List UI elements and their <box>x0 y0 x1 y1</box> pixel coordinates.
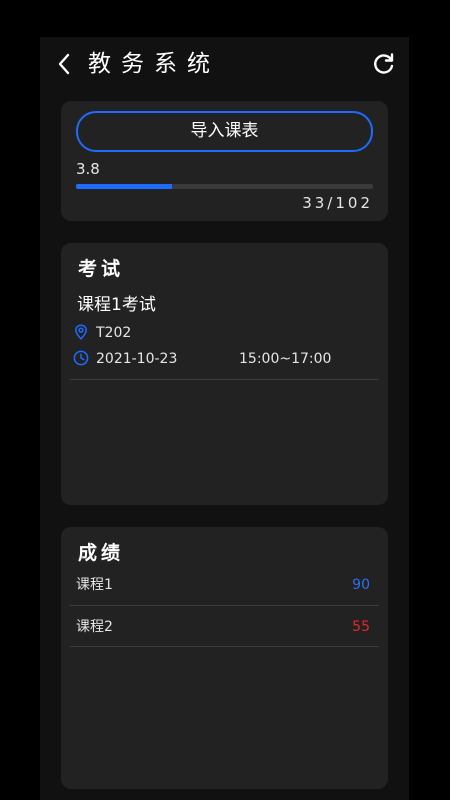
import-schedule-button[interactable]: 导入课表 <box>76 111 373 152</box>
grade-row[interactable]: 课程2 55 <box>61 607 388 647</box>
grade-score: 55 <box>352 619 370 635</box>
progress-bar <box>76 184 373 189</box>
exam-time-row: 2021-10-23 15:00~17:00 <box>73 349 373 369</box>
exam-time: 15:00~17:00 <box>239 351 332 367</box>
grade-section-title: 成绩 <box>78 542 125 564</box>
progress-count: 33/102 <box>302 194 373 212</box>
progress-fill <box>76 184 173 189</box>
grade-course: 课程2 <box>76 619 113 635</box>
chevron-left-icon <box>58 53 70 75</box>
location-pin-icon <box>75 324 87 340</box>
header-bar: 教务系统 <box>40 37 409 93</box>
grade-card: 成绩 课程1 90 课程2 55 <box>61 527 388 789</box>
exam-date: 2021-10-23 <box>96 351 178 367</box>
page-title: 教务系统 <box>88 51 220 77</box>
exam-card: 考试 课程1考试 T202 2021-10-23 15:00~17:00 <box>61 243 388 505</box>
grade-divider <box>70 605 379 606</box>
app-screen: 教务系统 导入课表 3.8 33/102 考试 课程1考试 T202 2021-… <box>40 37 409 800</box>
back-button[interactable] <box>54 51 76 77</box>
exam-location-row: T202 <box>73 323 373 343</box>
grade-divider <box>70 646 379 647</box>
refresh-button[interactable] <box>371 51 397 77</box>
grade-score: 90 <box>352 577 370 593</box>
grade-row[interactable]: 课程1 90 <box>61 565 388 605</box>
progress-value: 3.8 <box>76 160 100 178</box>
exam-location: T202 <box>96 325 132 341</box>
exam-name: 课程1考试 <box>77 295 156 315</box>
refresh-icon <box>374 53 394 74</box>
import-card: 导入课表 3.8 33/102 <box>61 101 388 221</box>
clock-icon <box>73 350 89 366</box>
exam-section-title: 考试 <box>78 258 125 280</box>
exam-divider <box>70 379 379 380</box>
grade-course: 课程1 <box>76 577 113 593</box>
